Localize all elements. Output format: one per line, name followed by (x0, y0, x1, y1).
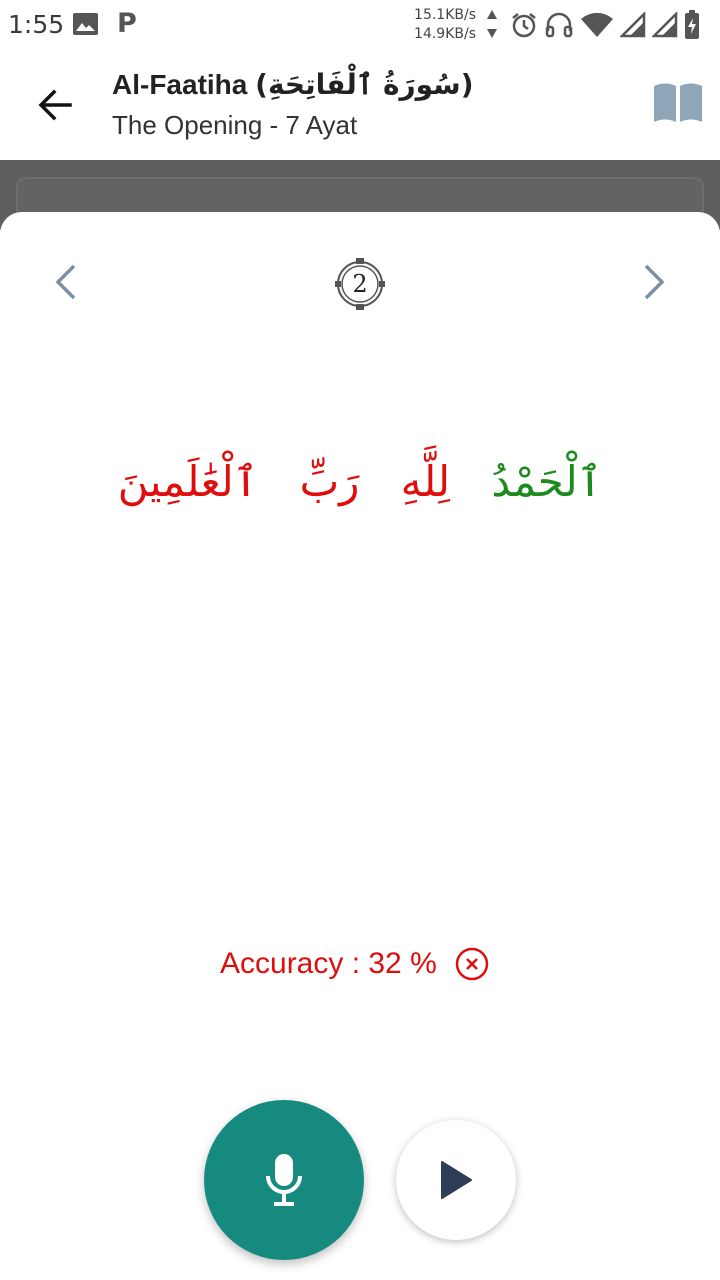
alarm-icon (512, 13, 536, 38)
microphone-icon (266, 1154, 302, 1206)
download-speed: 14.9KB/s (414, 26, 476, 42)
verse-word: ٱلْحَمْدُ (491, 457, 603, 506)
status-bar: 1:55 P 15.1KB/s 14.9KB/s (0, 0, 720, 50)
back-arrow-icon[interactable] (34, 84, 76, 126)
signal-icon (652, 12, 678, 38)
data-arrows-icon (487, 10, 497, 38)
surah-name-arabic: (سُورَةُ ٱلْفَاتِحَةِ) (255, 68, 474, 101)
headphones-icon (545, 12, 573, 38)
app-bar: Al-Faatiha (سُورَةُ ٱلْفَاتِحَةِ) The Op… (0, 50, 720, 160)
battery-charging-icon (685, 10, 699, 39)
verse-word: ٱلْعَٰلَمِينَ (117, 457, 259, 506)
verse-word: لِلَّهِ (400, 457, 451, 506)
bottom-sheet: 2 ٱلْحَمْدُ لِلَّهِ رَبِّ ٱلْعَٰلَمِينَ … (0, 212, 720, 1280)
network-speed: 15.1KB/s 14.9KB/s (404, 6, 476, 44)
book-icon[interactable] (652, 80, 704, 124)
record-button[interactable] (204, 1100, 364, 1260)
accuracy-row: Accuracy : 32 % (220, 942, 489, 986)
verse-text: ٱلْحَمْدُ لِلَّهِ رَبِّ ٱلْعَٰلَمِينَ (60, 437, 660, 527)
upload-speed: 15.1KB/s (414, 7, 476, 23)
status-time: 1:55 (8, 10, 65, 39)
surah-name: Al-Faatiha (112, 69, 248, 100)
play-button[interactable] (396, 1120, 516, 1240)
chevron-left-icon[interactable] (44, 260, 88, 304)
page-subtitle: The Opening - 7 Ayat (112, 110, 358, 140)
p-icon: P (117, 8, 137, 39)
chevron-right-icon[interactable] (632, 260, 676, 304)
close-circle-icon[interactable] (455, 947, 489, 981)
image-icon (73, 13, 98, 35)
ayah-number: 2 (352, 270, 368, 298)
page-title: Al-Faatiha (سُورَةُ ٱلْفَاتِحَةِ) (112, 68, 473, 101)
accuracy-text: Accuracy : 32 % (220, 947, 437, 980)
wifi-icon (581, 12, 613, 37)
ayah-number-badge: 2 (334, 256, 386, 312)
signal-icon (620, 12, 646, 38)
verse-word: رَبِّ (299, 457, 360, 506)
play-icon (441, 1161, 472, 1199)
